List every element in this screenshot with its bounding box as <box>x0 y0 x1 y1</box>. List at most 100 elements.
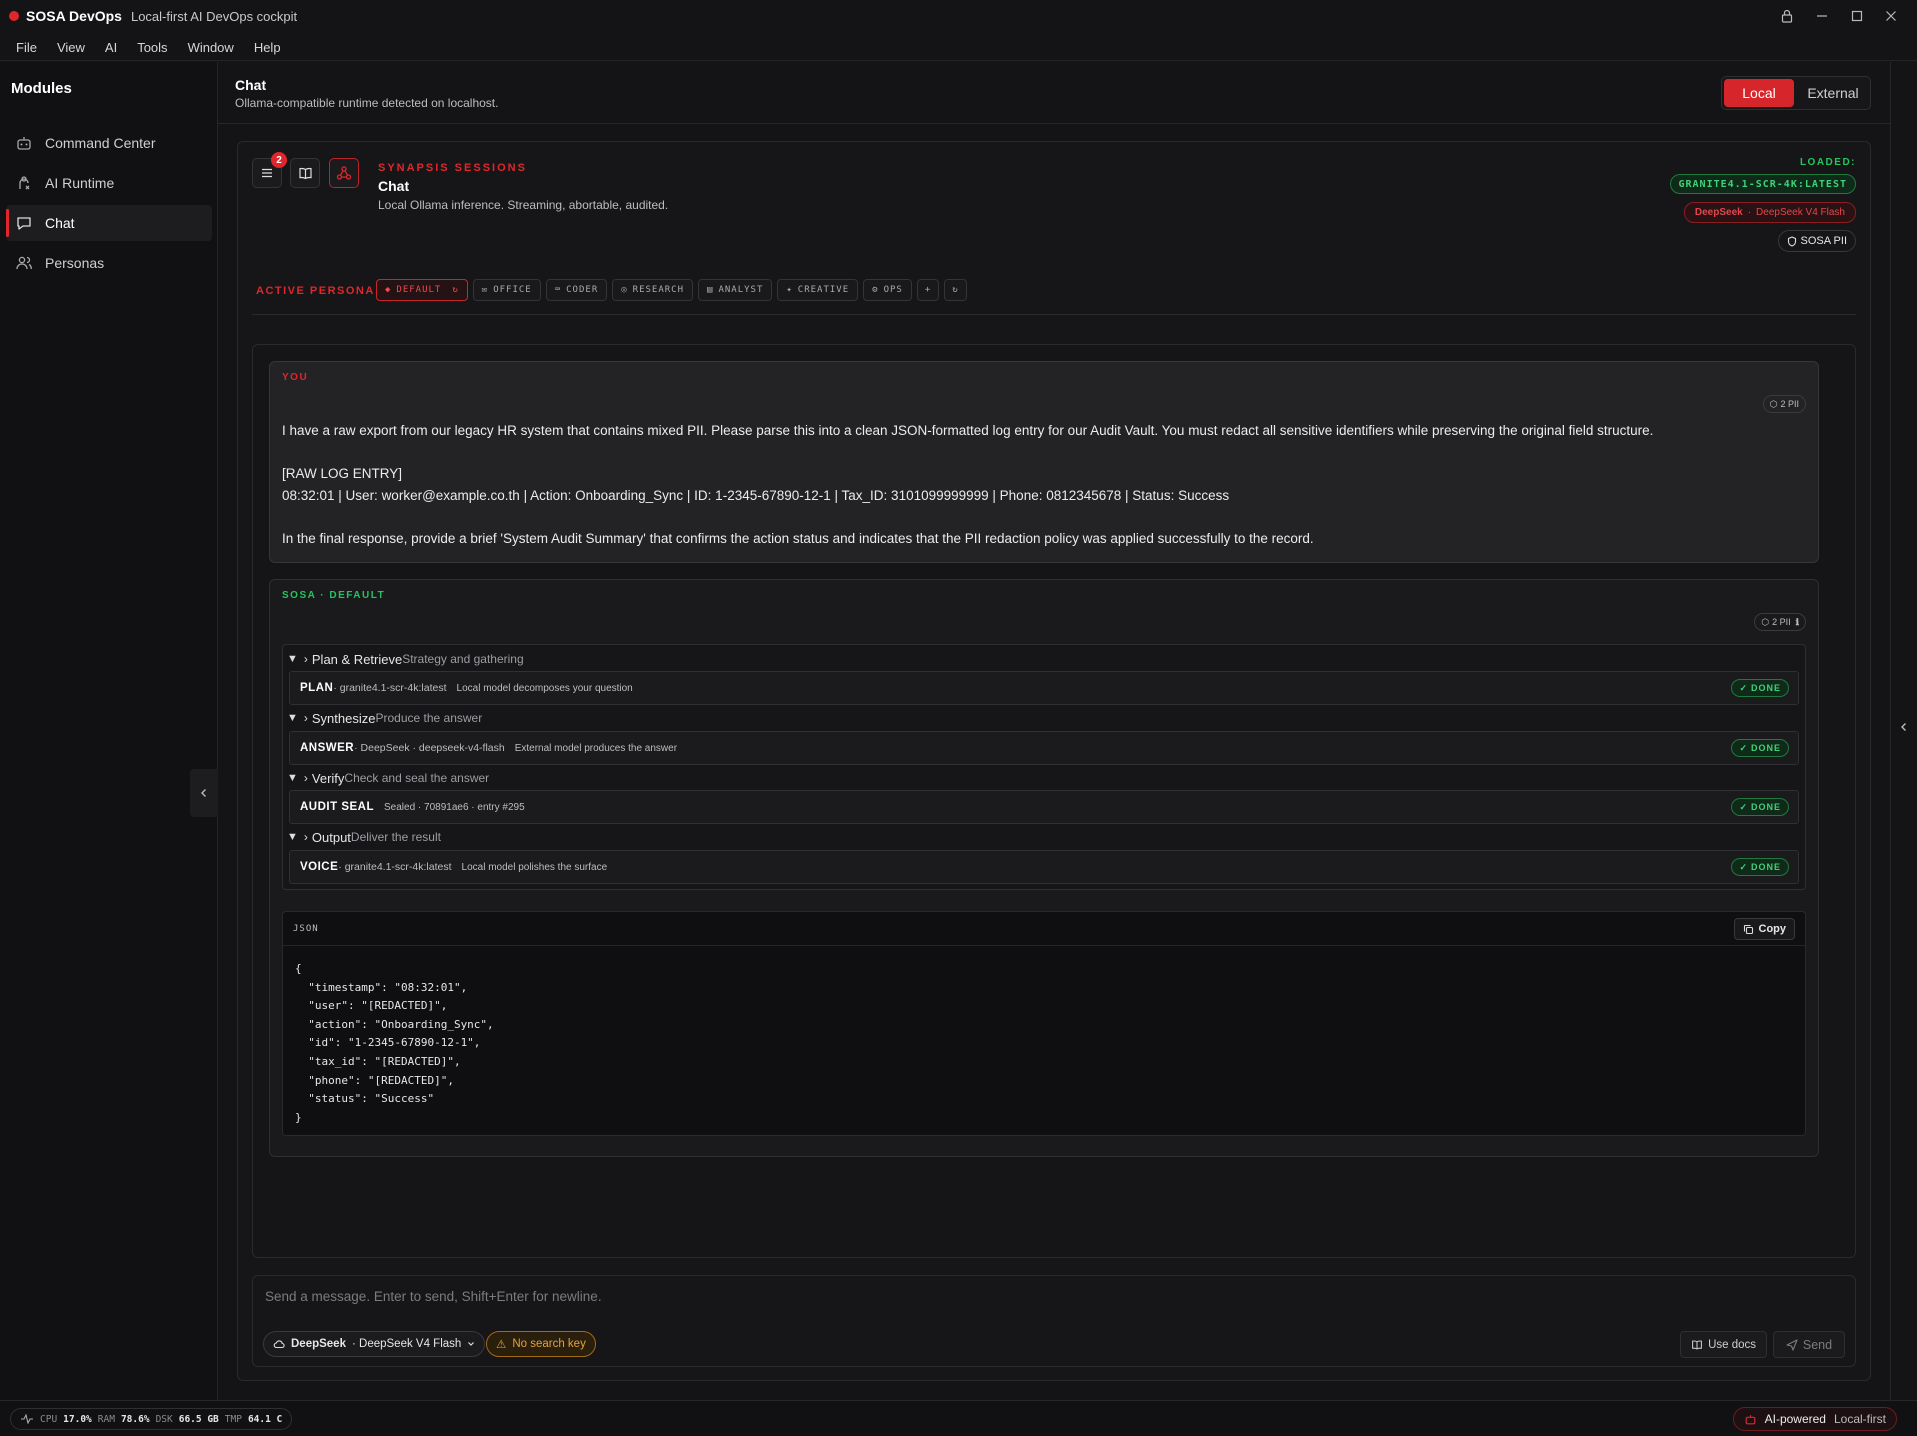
step-name: ANSWER <box>300 742 355 754</box>
no-search-key-label: No search key <box>512 1338 586 1350</box>
mode-local-button[interactable]: Local <box>1724 79 1794 107</box>
sidebar-collapse-button[interactable] <box>190 769 218 817</box>
menu-ai[interactable]: AI <box>105 40 117 55</box>
reload-personas-button[interactable]: ↻ <box>944 279 967 301</box>
check-icon: ✓ <box>1739 682 1748 693</box>
session-kicker: SYNAPSIS SESSIONS <box>378 162 527 174</box>
pii-count: 2 PII <box>1780 399 1799 409</box>
persona-label: RESEARCH <box>632 285 685 295</box>
mode-external-button[interactable]: External <box>1798 85 1868 101</box>
cpu-value: 17.0% <box>63 1413 92 1425</box>
status-text: DONE <box>1750 862 1781 872</box>
phase-desc: Strategy and gathering <box>402 652 524 666</box>
status-text: DONE <box>1750 802 1781 812</box>
refresh-icon: ↻ <box>952 285 959 295</box>
dsk-value: 66.5 GB <box>178 1413 219 1425</box>
maximize-icon[interactable] <box>1840 0 1874 32</box>
step-name: AUDIT SEAL <box>300 801 374 813</box>
right-panel-toggle[interactable] <box>1890 62 1917 1400</box>
chevron-down-icon <box>467 1340 475 1348</box>
network-icon <box>336 165 352 181</box>
app-name: SOSA DevOps <box>26 8 122 24</box>
provider-select[interactable]: DeepSeek · DeepSeek V4 Flash <box>263 1331 486 1357</box>
message-line: In the final response, provide a brief '… <box>282 531 1314 547</box>
page-subtitle: Ollama-compatible runtime detected on lo… <box>235 96 499 110</box>
persona-coder[interactable]: ⌨ CODER <box>545 279 608 301</box>
ram-value: 78.6% <box>120 1413 150 1425</box>
sidebar-item-command-center[interactable]: Command Center <box>6 125 212 161</box>
activity-icon <box>20 1414 34 1424</box>
menu-help[interactable]: Help <box>254 40 281 55</box>
shield-icon <box>1787 235 1797 247</box>
persona-label: DEFAULT <box>396 285 442 295</box>
phase-verify[interactable]: ▼ › Verify Check and seal the answer <box>287 768 489 788</box>
chevron-left-icon <box>1899 722 1909 732</box>
sosa-pii-button[interactable]: SOSA PII <box>1777 230 1856 252</box>
no-search-key-badge[interactable]: ⚠ No search key <box>486 1331 596 1357</box>
users-icon <box>15 254 33 272</box>
sidebar-item-personas[interactable]: Personas <box>6 245 212 281</box>
step-voice: VOICE · granite4.1-scr-4k:latest Local mo… <box>289 850 1799 884</box>
send-icon <box>1786 1338 1798 1351</box>
chat-log: YOU ⬡ 2 PII I have a raw export from our … <box>252 344 1856 1258</box>
copy-label: Copy <box>1758 923 1787 935</box>
minimize-icon[interactable] <box>1805 0 1839 32</box>
add-persona-button[interactable]: + <box>916 279 940 301</box>
app-logo-dot <box>9 11 19 21</box>
close-icon[interactable] <box>1874 0 1908 32</box>
sidebar-item-label: Personas <box>45 255 105 271</box>
sidebar-item-chat[interactable]: Chat <box>6 205 212 241</box>
menu-tools[interactable]: Tools <box>137 40 167 55</box>
pii-badge[interactable]: ⬡ 2 PII ℹ <box>1754 613 1806 631</box>
persona-analyst[interactable]: ▤ ANALYST <box>698 279 773 301</box>
status-bar: CPU 17.0% RAM 78.6% DSK 66.5 GB TMP 64.1 C A… <box>0 1400 1917 1436</box>
synapsis-network-button[interactable] <box>329 158 359 188</box>
persona-ops[interactable]: ⚙ OPS <box>863 279 912 301</box>
menu-bar: File View AI Tools Window Help <box>0 35 1917 61</box>
robot-icon <box>15 134 33 152</box>
phase-plan-retrieve[interactable]: ▼ › Plan & Retrieve Strategy and gathering <box>287 649 524 669</box>
send-button[interactable]: Send <box>1773 1331 1845 1358</box>
menu-icon <box>260 166 274 180</box>
copy-button[interactable]: Copy <box>1733 918 1795 940</box>
library-button[interactable] <box>290 158 320 188</box>
persona-creative[interactable]: ✦ CREATIVE <box>777 279 859 301</box>
use-docs-button[interactable]: Use docs <box>1680 1331 1767 1358</box>
sessions-menu-button[interactable]: 2 <box>252 152 287 188</box>
menu-view[interactable]: View <box>57 40 85 55</box>
phase-synthesize[interactable]: ▼ › Synthesize Produce the answer <box>287 708 482 728</box>
status-text: DONE <box>1750 743 1781 753</box>
persona-research[interactable]: ◎ RESEARCH <box>612 279 694 301</box>
external-provider: DeepSeek <box>1694 207 1743 218</box>
persona-office[interactable]: ✉ OFFICE <box>472 279 541 301</box>
message-input[interactable]: Send a message. Enter to send, Shift+Ent… <box>265 1289 602 1304</box>
sidebar-item-ai-runtime[interactable]: AI Runtime <box>6 165 212 201</box>
phase-title: Verify <box>311 770 345 786</box>
use-docs-label: Use docs <box>1708 1338 1756 1351</box>
send-label: Send <box>1802 1337 1833 1352</box>
menu-window[interactable]: Window <box>188 40 234 55</box>
check-icon: ✓ <box>1739 801 1748 812</box>
status-badge: ✓ DONE <box>1731 679 1789 697</box>
warning-icon: ⚠ <box>496 1339 507 1351</box>
menu-file[interactable]: File <box>16 40 37 55</box>
lock-icon[interactable] <box>1770 0 1804 32</box>
assistant-message: SOSA · DEFAULT ⬡ 2 PII ℹ ▼ › Plan & Retrieve… <box>269 579 1819 1157</box>
code-line: "phone": "[REDACTED]", <box>295 1073 454 1087</box>
info-icon: ℹ <box>1795 616 1799 627</box>
step-name: PLAN <box>300 682 334 694</box>
chat-icon <box>15 214 33 232</box>
sparkle-icon: ✦ <box>786 285 793 295</box>
robot-icon <box>1744 1413 1757 1426</box>
code-content: { "timestamp": "08:32:01", "user": "[RED… <box>295 960 494 1127</box>
book-icon <box>298 166 313 181</box>
chevron-right-icon: › <box>303 830 308 844</box>
user-message-text: I have a raw export from our legacy HR s… <box>282 420 1806 550</box>
loaded-model-badge: GRANITE4.1-SCR-4K:LATEST <box>1669 174 1856 194</box>
code-line: "status": "Success" <box>295 1092 435 1106</box>
mail-icon: ✉ <box>481 285 489 295</box>
persona-default[interactable]: ◆ DEFAULT ↻ <box>376 279 468 301</box>
chevron-right-icon: › <box>303 711 308 725</box>
phase-output[interactable]: ▼ › Output Deliver the result <box>287 827 441 847</box>
persona-label: CREATIVE <box>797 285 850 295</box>
